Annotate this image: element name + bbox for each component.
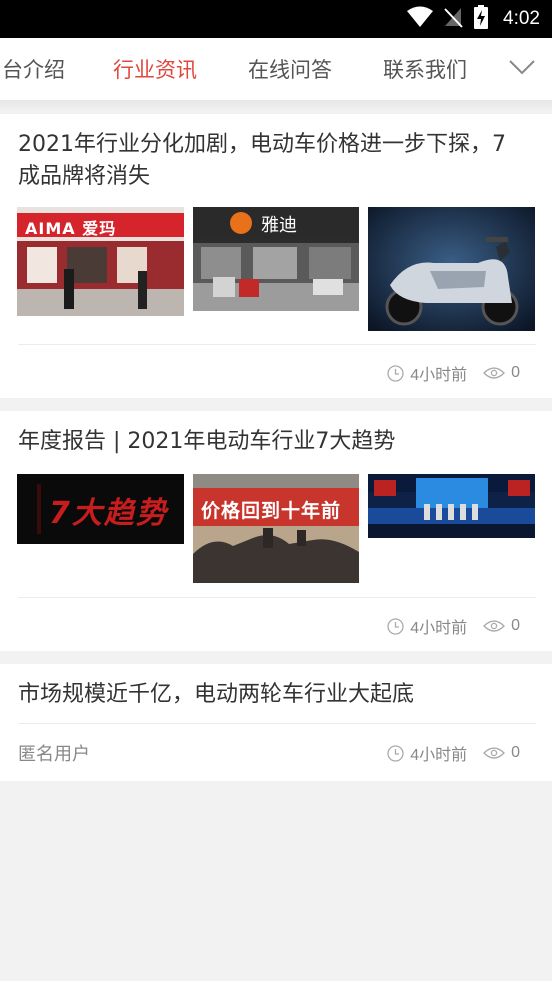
tab-industry-news[interactable]: 行业资讯 (113, 38, 197, 100)
article-card[interactable]: 年度报告 | 2021年电动车行业7大趋势 7大趋势 价格回到十年前 4小时前 … (0, 411, 552, 651)
view-count: 0 (511, 364, 520, 381)
battery-charging-icon (473, 5, 489, 33)
status-bar: 4:02 (0, 0, 552, 38)
thumbnail-sign-text: 价格回到十年前 (201, 500, 342, 522)
card-divider (18, 723, 536, 724)
view-count: 0 (511, 744, 520, 761)
article-thumbnail[interactable]: 7大趋势 (17, 474, 184, 544)
publish-time: 4小时前 (410, 620, 468, 637)
article-title[interactable]: 年度报告 | 2021年电动车行业7大趋势 (18, 426, 512, 458)
author-name: 匿名用户 (18, 744, 90, 765)
card-divider (18, 344, 536, 345)
tab-contact-us[interactable]: 联系我们 (383, 38, 467, 100)
card-divider (18, 597, 536, 598)
article-card[interactable]: 市场规模近千亿，电动两轮车行业大起底 匿名用户 4小时前 0 (0, 664, 552, 781)
article-title[interactable]: 市场规模近千亿，电动两轮车行业大起底 (18, 679, 512, 711)
article-thumbnail[interactable] (368, 474, 535, 538)
status-icons: 4:02 (407, 0, 540, 38)
article-meta: 4小时前 0 (387, 362, 520, 384)
article-thumbnail[interactable]: AIMA 爱玛 (17, 207, 184, 316)
eye-icon (483, 746, 506, 760)
chevron-down-icon (509, 59, 535, 79)
article-meta: 4小时前 0 (387, 615, 520, 637)
article-thumbnail[interactable] (368, 207, 535, 331)
tab-online-qa[interactable]: 在线问答 (248, 38, 332, 100)
tab-platform-intro[interactable]: 台介绍 (2, 38, 65, 100)
article-meta: 4小时前 0 (387, 742, 520, 764)
article-thumbnail[interactable]: 雅迪 (193, 207, 359, 311)
eye-icon (483, 619, 506, 633)
article-card[interactable]: 2021年行业分化加剧，电动车价格进一步下探，7成品牌将消失 AIMA 爱玛 雅… (0, 114, 552, 398)
publish-time: 4小时前 (410, 367, 468, 384)
thumbnail-sign-text: 雅迪 (261, 215, 297, 236)
more-tabs-button[interactable] (492, 38, 552, 100)
clock-icon (387, 617, 404, 635)
wifi-icon (407, 6, 434, 32)
view-count: 0 (511, 617, 520, 634)
thumbnail-sign-text: 7大趋势 (49, 496, 168, 531)
clock-icon (387, 744, 404, 762)
publish-time: 4小时前 (410, 747, 468, 764)
clock-icon (387, 364, 404, 382)
article-thumbnail[interactable]: 价格回到十年前 (193, 474, 359, 583)
category-tab-bar: 台介绍 行业资讯 在线问答 联系我们 (0, 38, 552, 100)
no-signal-icon (443, 6, 463, 32)
eye-icon (483, 366, 506, 380)
thumbnail-sign-text: AIMA 爱玛 (25, 219, 117, 238)
clock-time: 4:02 (503, 8, 540, 29)
tab-bar-shadow (0, 100, 552, 112)
article-title[interactable]: 2021年行业分化加剧，电动车价格进一步下探，7成品牌将消失 (18, 129, 512, 193)
